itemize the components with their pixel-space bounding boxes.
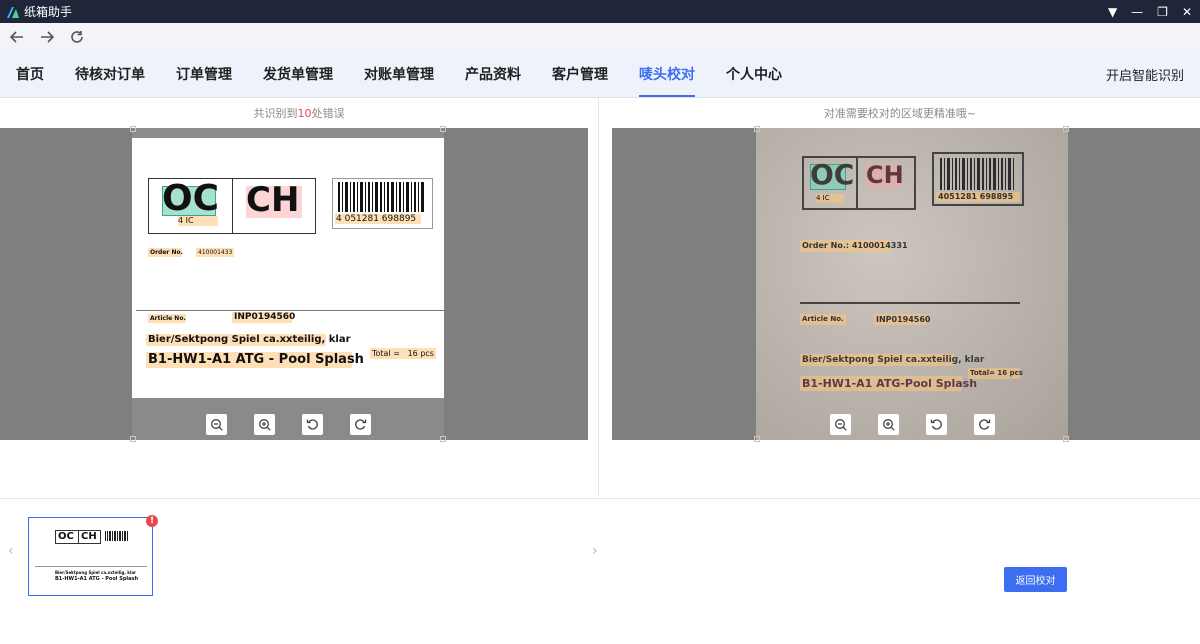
chevron-left-icon[interactable]: ‹ (8, 543, 14, 559)
label-thumbnail[interactable]: OC CH Bier/Sektpong Spiel ca.xxteilig, k… (28, 517, 153, 596)
zoom-in-icon[interactable] (253, 413, 275, 435)
rotate-left-icon[interactable] (925, 413, 947, 435)
reference-viewer[interactable]: OC 4 IC CH 4 051281 698895 Order No. 410… (0, 126, 588, 442)
thumb-separator (35, 566, 147, 567)
error-badge: ! (146, 515, 158, 527)
photo-order-text: Order No.: 4100014331 (802, 241, 908, 250)
carton-photo: OC 4 IC CH 4051281 698895 Order No.: 410… (756, 128, 1068, 440)
photo-barcode-number: 4051281 698895 (938, 192, 1014, 201)
code1-text: OC (162, 178, 220, 219)
crop-handle[interactable] (1063, 126, 1069, 132)
menu-order-management[interactable]: 订单管理 (176, 50, 232, 97)
rotate-left-icon[interactable] (301, 413, 323, 435)
photo-code1-sub: 4 IC (816, 194, 830, 202)
reference-document: OC 4 IC CH 4 051281 698895 Order No. 410… (132, 128, 444, 440)
app-title: 纸箱助手 (24, 5, 73, 19)
total-unit: pcs (420, 349, 434, 358)
return-proofreading-button[interactable]: 返回校对 (1004, 567, 1067, 592)
arrow-left-icon[interactable] (8, 28, 26, 46)
menu-statement-management[interactable]: 对账单管理 (364, 50, 434, 97)
dropdown-icon[interactable]: ▼ (1108, 5, 1117, 19)
thumbnail-strip: ‹ OC CH Bier/Sektpong Spiel ca.xxteilig,… (0, 498, 1200, 644)
window-controls: ▼ — ❐ ✕ (1108, 0, 1192, 23)
crop-handle[interactable] (440, 126, 446, 132)
photo-barcode-icon (940, 158, 1014, 190)
total-value: 16 (407, 349, 418, 358)
article-label: Article No. (150, 315, 186, 322)
zoom-out-icon[interactable] (829, 413, 851, 435)
photo-article-label: Article No. (802, 315, 844, 323)
doc-top-margin (132, 128, 444, 138)
photo-caption: 对准需要校对的区域更精准哦~ (823, 107, 977, 120)
rotate-right-icon[interactable] (973, 413, 995, 435)
photo-viewer[interactable]: OC 4 IC CH 4051281 698895 Order No.: 410… (612, 126, 1200, 442)
order-number: 410001433 (198, 249, 233, 256)
restore-icon[interactable]: ❐ (1157, 5, 1168, 19)
menu-pending-orders[interactable]: 待核对订单 (75, 50, 145, 97)
caption-prefix: 共识别到 (253, 107, 298, 120)
zoom-in-icon[interactable] (877, 413, 899, 435)
zoom-out-icon[interactable] (205, 413, 227, 435)
barcode-number: 4 051281 698895 (336, 214, 417, 224)
label-separator (136, 310, 444, 311)
thumb-code1: OC (58, 531, 74, 542)
app-logo-icon (7, 6, 19, 18)
menu-home[interactable]: 首页 (16, 50, 44, 97)
browser-nav (0, 23, 1200, 50)
chevron-right-icon[interactable]: › (592, 543, 598, 559)
thumb-code-divider (78, 530, 79, 544)
thumb-barcode-icon (105, 531, 128, 541)
reference-panel: 共识别到 10 处错误 OC 4 IC CH 4 051281 698895 O… (0, 98, 599, 496)
photo-article-number: INP0194560 (876, 315, 931, 324)
reference-zoom-toolbar (132, 408, 444, 440)
thumb-code2: CH (81, 531, 97, 542)
photo-desc-line2: B1-HW1-A1 ATG-Pool Splash (802, 377, 978, 390)
rotate-right-icon[interactable] (349, 413, 371, 435)
order-label: Order No. (150, 249, 183, 256)
error-count-caption: 共识别到 10 处错误 (0, 98, 598, 128)
photo-panel: 对准需要校对的区域更精准哦~ OC 4 IC CH 4051281 698895… (600, 98, 1200, 496)
desc-line1: Bier/Sektpong Spiel ca.xxteilig, klar (148, 334, 351, 345)
code2-text: CH (246, 180, 300, 220)
crop-handle[interactable] (754, 126, 760, 132)
crop-handle[interactable] (130, 126, 136, 132)
photo-desc-line1: Bier/Sektpong Spiel ca.xxteilig, klar (802, 355, 985, 365)
menu-personal-center[interactable]: 个人中心 (726, 50, 782, 97)
desc-line2: B1-HW1-A1 ATG - Pool Splash (148, 352, 364, 367)
caption-suffix: 处错误 (311, 107, 345, 120)
total-label: Total = (372, 349, 400, 358)
photo-code2: CH (866, 161, 904, 189)
photo-separator (800, 302, 1020, 304)
code1-sub-text: 4 IC (178, 216, 194, 225)
error-count: 10 (297, 106, 312, 120)
barcode-icon (338, 182, 424, 212)
code-box-divider (232, 178, 233, 234)
photo-code1: OC (810, 158, 855, 191)
window-titlebar: 纸箱助手 ▼ — ❐ ✕ (0, 0, 1200, 23)
menu-shipping-management[interactable]: 发货单管理 (263, 50, 333, 97)
proofreading-workspace: 共识别到 10 处错误 OC 4 IC CH 4 051281 698895 O… (0, 98, 1200, 496)
photo-total-text: Total= 16 pcs (970, 369, 1023, 377)
article-number: INP0194560 (234, 312, 296, 322)
minimize-icon[interactable]: — (1131, 5, 1143, 19)
menu-mark-proofreading[interactable]: 唛头校对 (639, 50, 695, 97)
close-icon[interactable]: ✕ (1182, 5, 1192, 19)
refresh-icon[interactable] (68, 28, 86, 46)
thumb-line2: B1-HW1-A1 ATG - Pool Splash (55, 576, 139, 582)
photo-code-divider (856, 156, 858, 210)
photo-zoom-toolbar (756, 408, 1068, 440)
main-menu: 首页 待核对订单 订单管理 发货单管理 对账单管理 产品资料 客户管理 唛头校对… (0, 50, 1200, 98)
smart-recognition-toggle[interactable]: 开启智能识别 (1106, 50, 1184, 98)
arrow-right-icon[interactable] (38, 28, 56, 46)
menu-customer-management[interactable]: 客户管理 (552, 50, 608, 97)
total-line: Total = 16 pcs (372, 348, 434, 359)
menu-product-data[interactable]: 产品资料 (465, 50, 521, 97)
